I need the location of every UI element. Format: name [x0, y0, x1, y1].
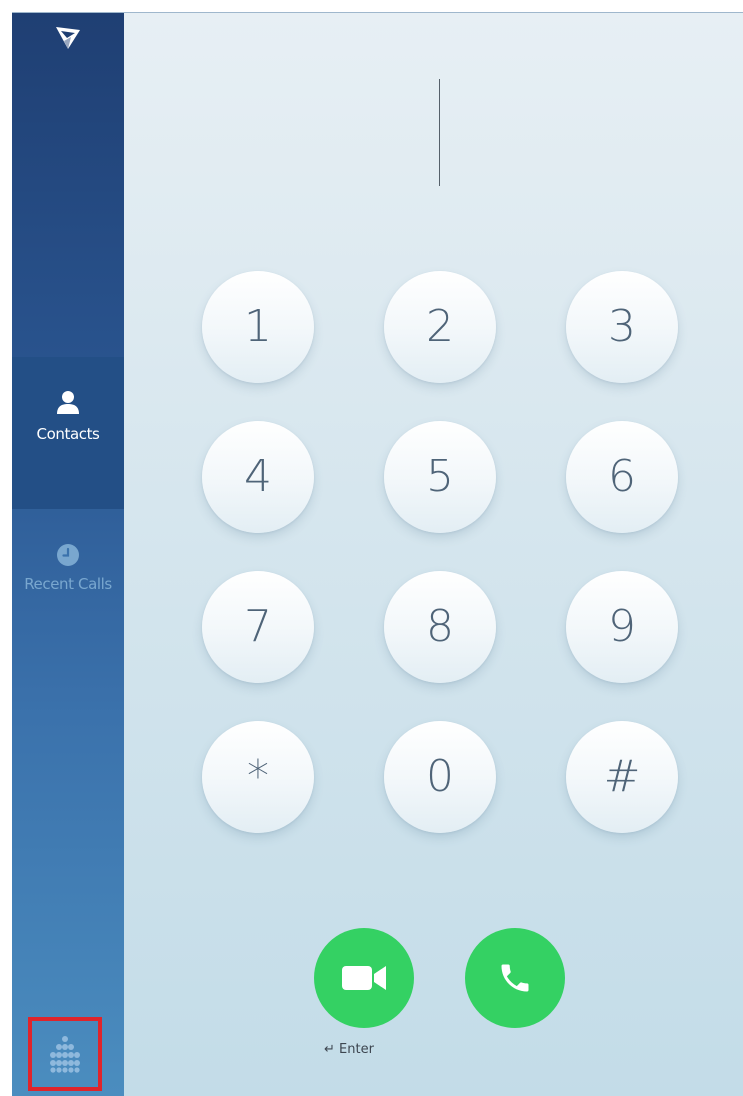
dial-key-4[interactable]: 4	[202, 421, 314, 533]
dial-key-label: 2	[426, 301, 454, 352]
sidebar-item-contacts[interactable]: Contacts	[12, 357, 124, 509]
number-input[interactable]	[124, 79, 743, 189]
dial-key-3[interactable]: 3	[566, 271, 678, 383]
dial-key-label: 7	[244, 601, 272, 652]
person-icon	[57, 391, 79, 414]
dial-key-8[interactable]: 8	[384, 571, 496, 683]
dial-key-label: *	[247, 751, 269, 802]
dialpad-grid-icon	[50, 1036, 80, 1073]
dial-key-7[interactable]: 7	[202, 571, 314, 683]
video-camera-icon	[342, 966, 386, 990]
text-cursor	[439, 79, 440, 186]
sidebar-item-label: Contacts	[36, 425, 100, 443]
dialpad-toggle-button[interactable]	[28, 1017, 102, 1091]
sidebar-item-label: Recent Calls	[24, 575, 112, 593]
dial-key-6[interactable]: 6	[566, 421, 678, 533]
dial-key-9[interactable]: 9	[566, 571, 678, 683]
dial-key-hash[interactable]: #	[566, 721, 678, 833]
dial-key-label: 4	[244, 451, 272, 502]
dialer-window: Contacts Recent Calls 1 2 3 4 5 6 7 8 9 …	[12, 12, 743, 1096]
dial-key-label: 5	[426, 451, 454, 502]
dial-key-star[interactable]: *	[202, 721, 314, 833]
audio-call-button[interactable]	[465, 928, 565, 1028]
app-logo	[12, 25, 124, 55]
dial-key-label: 6	[608, 451, 636, 502]
dial-key-label: 8	[426, 601, 454, 652]
video-call-button[interactable]	[314, 928, 414, 1028]
dialer-panel: 1 2 3 4 5 6 7 8 9 * 0 # ↵ Enter	[124, 13, 743, 1096]
sidebar: Contacts Recent Calls	[12, 13, 124, 1096]
dial-key-label: 1	[244, 301, 272, 352]
grandstream-logo-icon	[56, 27, 80, 49]
phone-icon	[501, 964, 529, 992]
dial-key-1[interactable]: 1	[202, 271, 314, 383]
dial-key-label: #	[603, 751, 641, 802]
clock-icon	[57, 544, 79, 566]
dial-key-0[interactable]: 0	[384, 721, 496, 833]
sidebar-item-recent-calls[interactable]: Recent Calls	[12, 543, 124, 623]
dial-key-label: 3	[608, 301, 636, 352]
dial-key-2[interactable]: 2	[384, 271, 496, 383]
dial-key-label: 0	[426, 751, 454, 802]
dial-key-5[interactable]: 5	[384, 421, 496, 533]
enter-hint: ↵ Enter	[324, 1042, 374, 1057]
dial-key-label: 9	[608, 601, 636, 652]
